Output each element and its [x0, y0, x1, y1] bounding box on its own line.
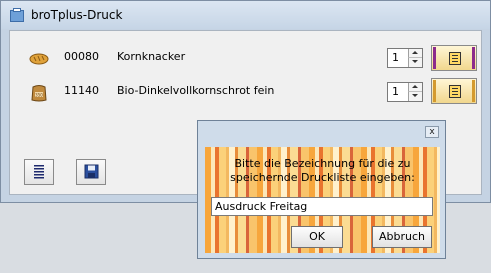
bread-icon [28, 47, 50, 69]
list-name-input[interactable]: Ausdruck Freitag [211, 197, 433, 216]
accent-bar [472, 47, 475, 69]
stepper-up-button[interactable] [408, 83, 422, 92]
app-icon [10, 8, 24, 22]
quantity-stepper[interactable]: 1 [387, 82, 423, 102]
ok-button[interactable]: OK [291, 226, 343, 248]
accent-bar [472, 80, 475, 102]
print-list-button[interactable] [431, 78, 477, 104]
quantity-stepper[interactable]: 1 [387, 48, 423, 68]
list-icon [449, 85, 461, 98]
item-name: Bio-Dinkelvollkornschrot fein [117, 84, 275, 97]
item-name: Kornknacker [117, 50, 186, 63]
close-button[interactable]: x [425, 126, 439, 138]
dialog-prompt: Bitte die Bezeichnung für die zu speiche… [230, 157, 415, 184]
save-button[interactable] [76, 159, 106, 185]
item-number: 00080 [64, 50, 99, 63]
stepper-down-button[interactable] [408, 58, 422, 67]
save-list-dialog: x Bitte die Bezeichnung für die zu speic… [197, 120, 446, 259]
floppy-disk-icon [84, 164, 99, 179]
list-icon [449, 52, 461, 65]
print-list-button[interactable] [431, 45, 477, 71]
item-number: 11140 [64, 84, 99, 97]
lines-icon [34, 165, 44, 179]
svg-text:350: 350 [35, 92, 43, 97]
quantity-value: 1 [392, 51, 399, 64]
stepper-up-button[interactable] [408, 49, 422, 58]
cancel-button[interactable]: Abbruch [372, 226, 432, 248]
quantity-value: 1 [392, 85, 399, 98]
accent-bar [433, 47, 436, 69]
title-bar[interactable]: broTplus-Druck [1, 1, 490, 29]
window-title: broTplus-Druck [31, 8, 123, 22]
dialog-body: Bitte die Bezeichnung für die zu speiche… [205, 147, 440, 253]
accent-bar [433, 80, 436, 102]
list-view-button[interactable] [24, 159, 54, 185]
stepper-down-button[interactable] [408, 92, 422, 101]
flour-sack-icon: 350 [28, 81, 50, 103]
